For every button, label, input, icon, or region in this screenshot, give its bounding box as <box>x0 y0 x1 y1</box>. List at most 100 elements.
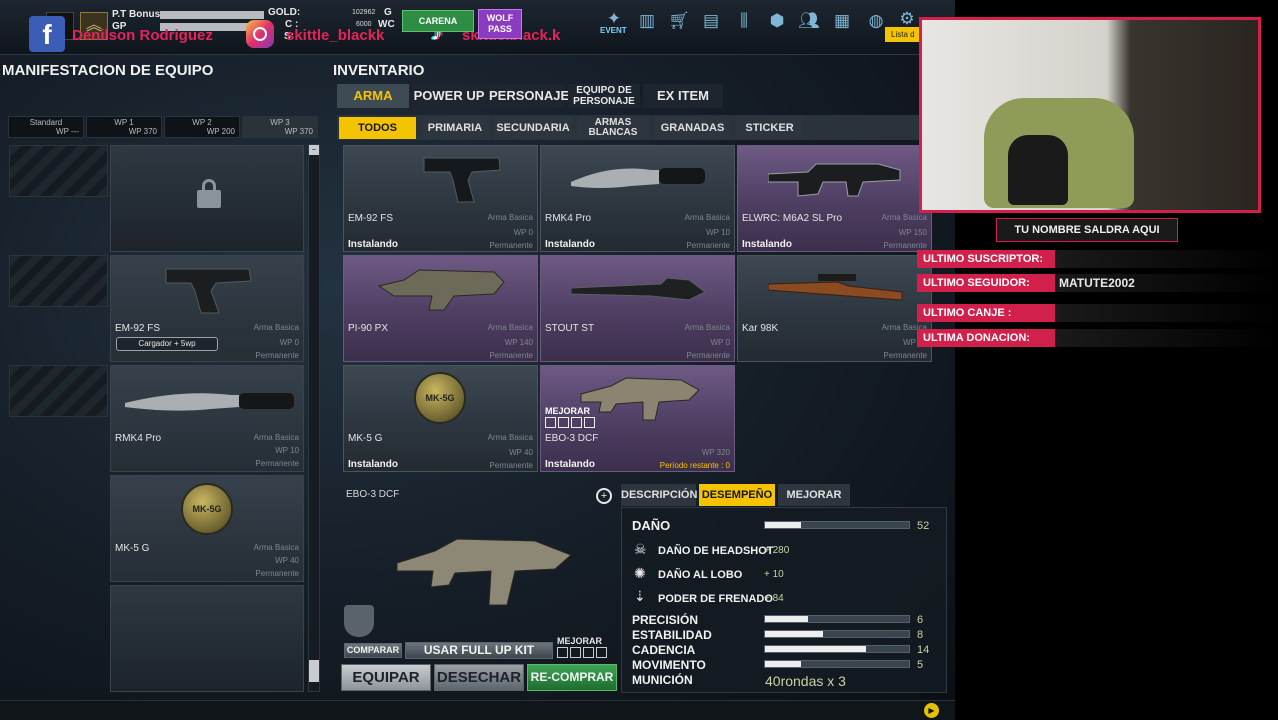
equip-button[interactable]: EQUIPAR <box>341 664 431 691</box>
full-up-kit-button[interactable]: USAR FULL UP KIT <box>405 642 553 659</box>
sub-stat-value: + 10 <box>764 569 784 580</box>
equipment-scrollbar[interactable] <box>308 144 320 692</box>
lock-shackle <box>202 179 216 193</box>
inventory-item[interactable]: PI-90 PX Arma Basica WP 140 Permanente <box>343 255 538 362</box>
slot-name: RMK4 Pro <box>115 433 162 444</box>
damage-bar-fill <box>765 522 801 528</box>
last-subscriber-label: ULTIMO SUSCRIPTOR: <box>917 250 1055 268</box>
wp-tab-1[interactable]: WP 1 WP 370 <box>86 116 162 138</box>
ranking-icon[interactable]: ▥ <box>636 10 658 32</box>
equipment-title: MANIFESTACION DE EQUIPO <box>2 62 214 79</box>
pt-bonus-label: P.T Bonus <box>112 9 161 20</box>
ammo-label: MUNICIÓN <box>632 673 693 687</box>
inventory-item[interactable]: Kar 98K Arma Basica WP 10 Permanente <box>737 255 932 362</box>
sub-stat-label: DAÑO AL LOBO <box>658 569 743 581</box>
slot-name: EM-92 FS <box>115 323 161 334</box>
grenade-icon: MK-5G <box>414 372 466 424</box>
toolbox-icon[interactable]: ▤ <box>700 10 722 32</box>
item-status: Instalando <box>545 459 596 470</box>
empty-slot-marker <box>9 145 108 197</box>
machete-icon <box>125 393 294 411</box>
clan-icon[interactable]: ⫼ <box>733 10 755 32</box>
equip-slot-melee[interactable]: RMK4 Pro Arma Basica WP 10 Permanente <box>110 365 304 472</box>
upgrade-slots <box>557 647 609 658</box>
event-label: EVENT <box>600 26 627 35</box>
slot-duration: Permanente <box>255 459 299 468</box>
list-button[interactable]: Lista d <box>885 27 921 42</box>
wp-tab-value: WP 370 <box>284 127 313 136</box>
zoom-icon[interactable]: + <box>596 488 612 504</box>
stats-icon[interactable]: ▦ <box>831 10 853 32</box>
inventory-item[interactable]: EM-92 FS Arma Basica WP 0 Permanente Ins… <box>343 145 538 252</box>
subtab-granadas[interactable]: GRANADAS <box>654 117 731 139</box>
sub-stat-value: + 280 <box>764 545 790 556</box>
stat-value: 5 <box>917 659 924 671</box>
compare-button[interactable]: COMPARAR <box>344 643 402 658</box>
shop-cart-icon[interactable]: 🛒︎ <box>668 10 690 32</box>
tab-mejorar[interactable]: MEJORAR <box>778 484 850 506</box>
tab-equipo-personaje[interactable]: EQUIPO DE PERSONAJE <box>568 84 640 108</box>
inventory-item[interactable]: STOUT ST Arma Basica WP 0 Permanente <box>540 255 735 362</box>
inventory-item[interactable]: ELWRC: M6A2 SL Pro Arma Basica WP 150 Pe… <box>737 145 932 252</box>
item-wp: WP 320 <box>701 448 730 457</box>
item-wp: WP 0 <box>710 338 730 347</box>
scroll-thumb[interactable] <box>309 660 319 682</box>
rebuy-button[interactable]: RE-COMPRAR <box>527 664 617 691</box>
play-icon[interactable]: ▶ <box>924 703 939 718</box>
subtab-todos[interactable]: TODOS <box>339 117 416 139</box>
tab-label: DESCRIPCIÓN <box>621 489 698 501</box>
tab-descripcion[interactable]: DESCRIPCIÓN <box>621 484 698 506</box>
item-wp: WP 0 <box>513 228 533 237</box>
friends-icon[interactable]: 👥︎ <box>798 10 820 32</box>
empty-slot-marker <box>9 365 108 417</box>
grenade-icon: MK-5G <box>181 483 233 535</box>
tab-personaje[interactable]: PERSONAJE <box>489 84 569 108</box>
stat-bar-fill <box>765 646 866 652</box>
stat-label: CADENCIA <box>632 643 696 657</box>
sniper-icon <box>571 277 706 301</box>
wp-tab-2[interactable]: WP 2 WP 200 <box>164 116 240 138</box>
tab-label: EX ITEM <box>656 88 709 103</box>
inventory-item-selected[interactable]: MEJORAR EBO-3 DCF WP 320 Período restant… <box>540 365 735 472</box>
tab-ex-item[interactable]: EX ITEM <box>643 84 723 108</box>
stat-label: ESTABILIDAD <box>632 628 712 642</box>
subtab-secundaria[interactable]: SECUNDARIA <box>494 117 572 139</box>
subtab-primaria[interactable]: PRIMARIA <box>421 117 489 139</box>
upgrade-slots <box>545 417 597 428</box>
item-wp: WP 10 <box>706 228 730 237</box>
item-name: STOUT ST <box>545 323 595 334</box>
full-up-kit-label: USAR FULL UP KIT <box>423 643 535 657</box>
equip-slot-grenade[interactable]: MK-5G MK-5 G Arma Basica WP 40 Permanent… <box>110 475 304 582</box>
wp-tab-standard[interactable]: Standard WP --- <box>8 116 84 138</box>
item-type: Arma Basica <box>684 323 730 332</box>
tab-arma[interactable]: ARMA <box>337 84 409 108</box>
item-duration: Permanente <box>686 351 730 360</box>
subtab-armas-blancas[interactable]: ARMAS BLANCAS <box>577 117 649 139</box>
wolf-pass-button[interactable]: WOLF PASS <box>478 9 522 39</box>
wp-tab-name: WP 1 <box>114 118 134 127</box>
last-donation-value-bar <box>1055 329 1278 347</box>
equip-slot-secondary[interactable]: EM-92 FS Arma Basica Cargador + 5wp WP 0… <box>110 255 304 362</box>
tab-power-up[interactable]: POWER UP <box>412 84 486 108</box>
viewer-name-box: TU NOMBRE SALDRA AQUI <box>996 218 1178 242</box>
magazine-upgrade-button[interactable]: Cargador + 5wp <box>116 337 218 351</box>
slot-name: MK-5 G <box>115 543 150 554</box>
carena-button[interactable]: CARENA <box>402 10 474 32</box>
wp-tab-3[interactable]: WP 3 WP 370 <box>242 116 318 138</box>
globe-icon[interactable]: ◍ <box>865 10 887 32</box>
equip-slot-locked[interactable] <box>110 145 304 252</box>
equip-slot-empty[interactable] <box>110 585 304 692</box>
tab-desempeno[interactable]: DESEMPEÑO <box>699 484 775 506</box>
subtab-sticker[interactable]: STICKER <box>736 117 803 139</box>
discard-button[interactable]: DESECHAR <box>434 664 524 691</box>
scroll-up-icon[interactable]: − <box>309 145 319 155</box>
mejorar-label: MEJORAR <box>557 636 603 646</box>
damage-value: 52 <box>917 520 930 532</box>
item-duration: Permanente <box>489 241 533 250</box>
list-label: Lista d <box>891 30 915 39</box>
box-icon[interactable]: ⬢ <box>766 10 788 32</box>
stat-bar <box>764 660 910 668</box>
inventory-item[interactable]: RMK4 Pro Arma Basica WP 10 Permanente In… <box>540 145 735 252</box>
item-type: Arma Basica <box>881 213 927 222</box>
inventory-item[interactable]: MK-5G MK-5 G Arma Basica WP 40 Permanent… <box>343 365 538 472</box>
